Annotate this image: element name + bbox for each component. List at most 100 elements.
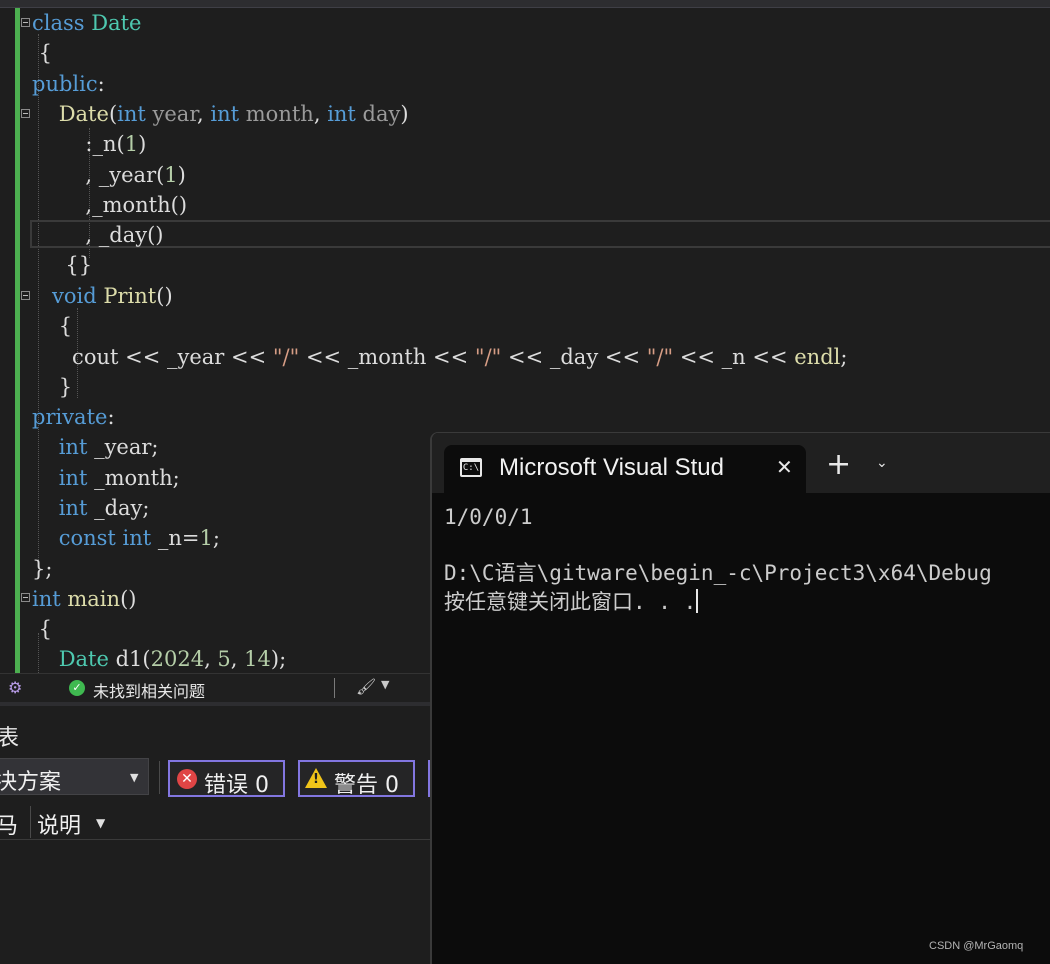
code-token: ; <box>840 345 848 369</box>
code-line[interactable]: const int _n=1; <box>32 523 220 553</box>
error-list-panel: 表 决方案 ▼ ✕ 错误 0 ! 警告 0 马 说明 ▼ <box>0 702 432 964</box>
code-token: d1( <box>108 647 151 671</box>
errors-filter-button[interactable]: ✕ 错误 0 <box>168 760 285 798</box>
chevron-down-icon[interactable]: ⌄ <box>876 455 888 471</box>
code-token: int <box>58 496 88 520</box>
code-token: , <box>230 647 245 671</box>
code-token: public <box>32 72 98 96</box>
panel-title: 表 <box>0 726 20 751</box>
close-icon[interactable]: ✕ <box>776 455 793 479</box>
code-token: ; <box>212 526 220 550</box>
code-token: () <box>120 587 137 611</box>
fold-collapse-icon[interactable] <box>21 291 30 300</box>
code-token: class <box>32 11 85 35</box>
code-token: month <box>239 102 314 126</box>
code-token: , <box>204 647 218 671</box>
code-line[interactable]: int _month; <box>32 463 180 493</box>
column-header-description[interactable]: 说明 <box>37 808 81 840</box>
code-line[interactable]: }; <box>32 554 52 584</box>
code-token: { <box>32 314 73 338</box>
status-separator <box>334 678 335 698</box>
code-token: {} <box>32 253 93 277</box>
code-token: :_n( <box>32 132 125 156</box>
code-line[interactable]: } <box>32 372 72 402</box>
code-line[interactable]: public: <box>32 69 105 99</box>
chevron-down-icon: ▼ <box>130 771 139 784</box>
code-line[interactable]: , _day() <box>32 220 163 250</box>
code-line[interactable]: cout << _year << "/" << _month << "/" <<… <box>32 342 847 372</box>
terminal-output[interactable]: 1/0/0/1 D:\C语言\gitware\begin_-c\Project3… <box>444 503 1050 617</box>
code-token: _day; <box>87 496 150 520</box>
error-icon: ✕ <box>177 769 197 789</box>
code-token: 2024 <box>150 647 205 671</box>
code-token: int <box>117 102 146 126</box>
code-token: day <box>355 102 401 126</box>
check-circle-icon: ✓ <box>69 680 85 696</box>
code-line[interactable]: Date d1(2024, 5, 14); <box>32 644 286 673</box>
code-line[interactable]: {} <box>32 250 92 280</box>
terminal-prompt-text: 按任意键关闭此窗口. . . <box>444 590 697 614</box>
issues-status-text[interactable]: 未找到相关问题 <box>93 678 205 702</box>
code-token: private <box>32 405 108 429</box>
code-token: Date <box>91 11 142 35</box>
terminal-prompt-line: 按任意键关闭此窗口. . . <box>444 588 1050 617</box>
fold-collapse-icon[interactable] <box>21 109 30 118</box>
code-line[interactable]: { <box>32 614 52 644</box>
code-token: , <box>313 102 328 126</box>
code-token: endl <box>794 345 841 369</box>
code-line[interactable]: { <box>32 311 72 341</box>
code-token: year <box>145 102 198 126</box>
code-line[interactable]: private: <box>32 402 115 432</box>
new-tab-plus-icon[interactable]: + <box>826 450 851 480</box>
change-tracking-bar <box>15 8 20 673</box>
code-token: main <box>67 587 121 611</box>
code-line[interactable]: :_n(1) <box>32 129 146 159</box>
code-line[interactable]: , _year(1) <box>32 160 185 190</box>
code-line[interactable]: int main() <box>32 584 136 614</box>
code-line[interactable]: int _year; <box>32 432 159 462</box>
terminal-tab-title: Microsoft Visual Stud <box>499 454 724 481</box>
terminal-window[interactable]: C:\ Microsoft Visual Stud ✕ + ⌄ 1/0/0/1 … <box>430 432 1050 964</box>
fold-collapse-icon[interactable] <box>21 18 30 27</box>
brush-icon[interactable]: 🖌 <box>356 677 376 696</box>
code-token: _n= <box>151 526 200 550</box>
code-line[interactable]: int _day; <box>32 493 150 523</box>
code-token: { <box>32 617 53 641</box>
code-token: , <box>197 102 211 126</box>
code-line[interactable]: { <box>32 38 52 68</box>
code-token: } <box>32 375 73 399</box>
code-token: cout << _year << <box>32 345 273 369</box>
code-token: int <box>327 102 356 126</box>
code-token: 1 <box>164 163 178 187</box>
chevron-down-icon[interactable]: ▼ <box>381 678 389 691</box>
terminal-title-bar[interactable]: C:\ Microsoft Visual Stud ✕ + ⌄ <box>432 433 1050 493</box>
code-token: << _month << <box>299 345 475 369</box>
code-token: "/" <box>272 345 300 369</box>
code-line[interactable]: void Print() <box>32 281 173 311</box>
scope-dropdown[interactable]: 决方案 ▼ <box>0 758 149 795</box>
fold-collapse-icon[interactable] <box>21 593 30 602</box>
copilot-icon[interactable]: ⚙ <box>8 678 30 698</box>
code-token: () <box>156 284 173 308</box>
code-line[interactable]: ,_month() <box>32 190 187 220</box>
chevron-down-icon[interactable]: ▼ <box>96 816 105 830</box>
code-token: : <box>107 405 115 429</box>
code-token: 14 <box>244 647 271 671</box>
code-token: int <box>58 466 88 490</box>
column-separator[interactable] <box>30 806 31 838</box>
column-header-code[interactable]: 马 <box>0 808 18 840</box>
code-token: 1 <box>199 526 213 550</box>
code-token: ) <box>138 132 147 156</box>
code-line[interactable]: class Date <box>32 8 141 38</box>
toolbar-separator <box>159 761 160 794</box>
code-token: ); <box>270 647 287 671</box>
code-line[interactable]: Date(int year, int month, int day) <box>32 99 409 129</box>
terminal-tab[interactable]: C:\ Microsoft Visual Stud ✕ <box>444 445 806 493</box>
code-token: }; <box>32 557 53 581</box>
warnings-filter-button[interactable]: ! 警告 0 <box>298 760 415 798</box>
